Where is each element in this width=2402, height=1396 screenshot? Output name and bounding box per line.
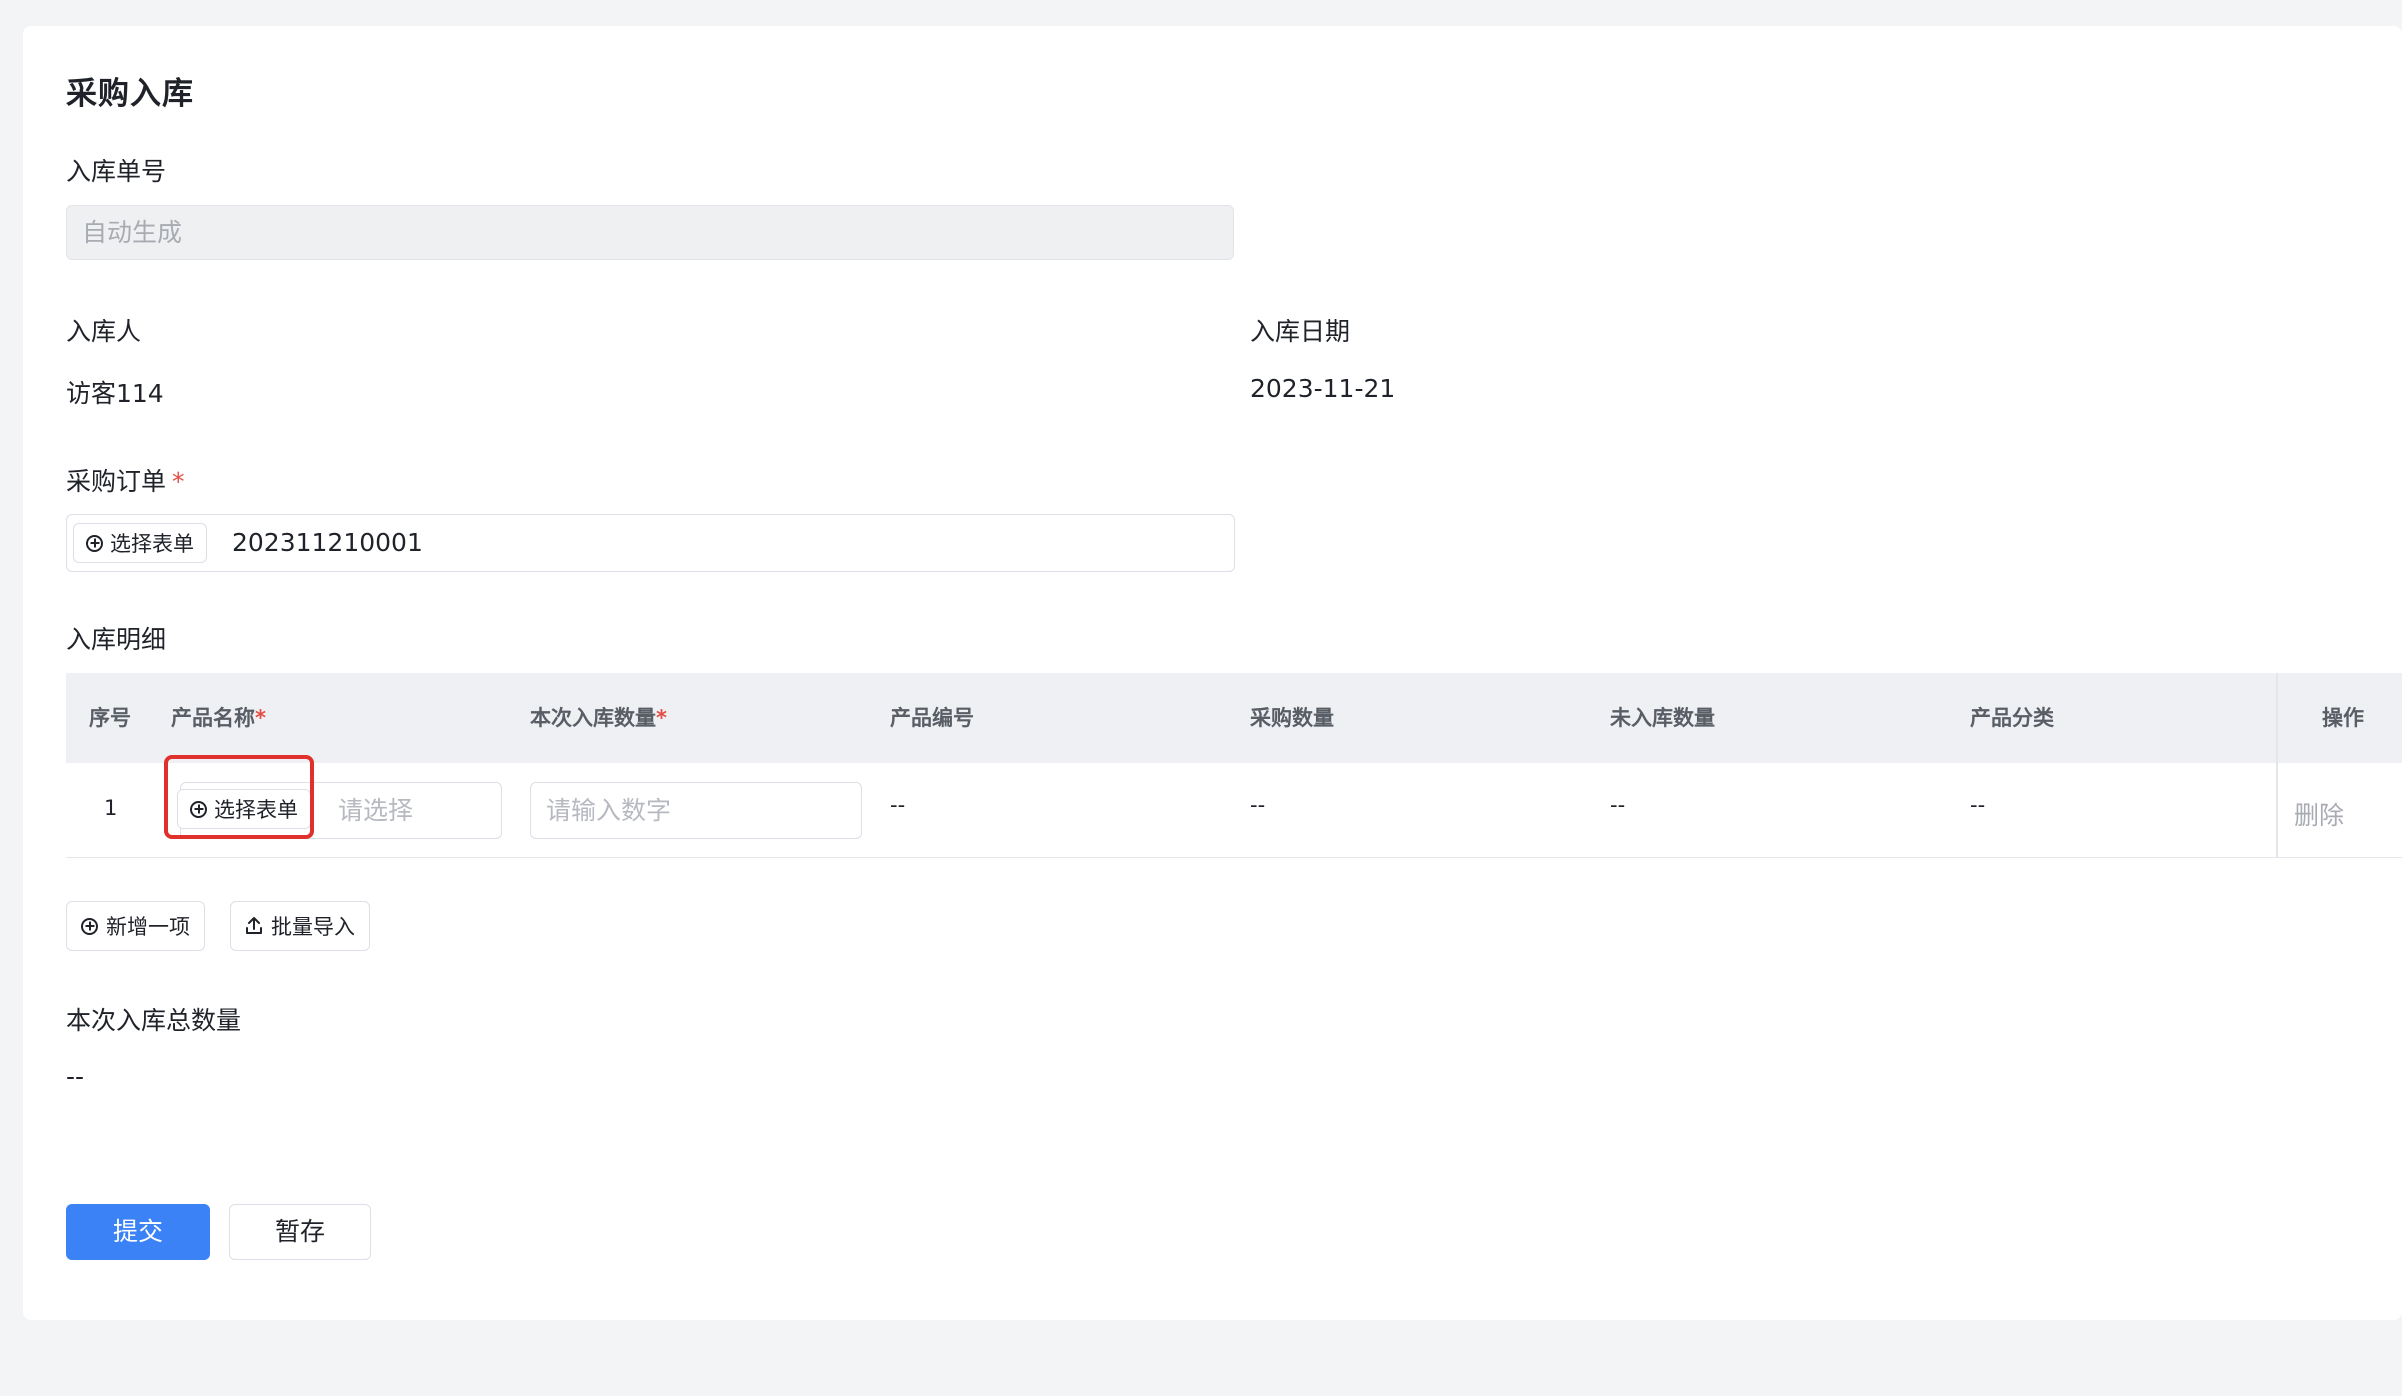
- product-code-cell: --: [890, 793, 906, 817]
- add-circle-icon: [86, 534, 103, 552]
- purchase-order-label: 采购订单 *: [66, 462, 185, 498]
- column-header-purchase-qty: 采购数量: [1250, 706, 1334, 730]
- add-item-label: 新增一项: [106, 915, 190, 939]
- batch-import-button[interactable]: 批量导入: [230, 901, 370, 951]
- save-draft-button[interactable]: 暂存: [229, 1204, 371, 1260]
- product-name-placeholder: 请选择: [338, 796, 414, 825]
- details-table-header: 序号 产品名称* 本次入库数量* 产品编号 采购数量 未入库数量 产品分类 操作: [66, 673, 2402, 763]
- column-header-actions: 操作: [2322, 706, 2364, 730]
- order-no-field: 自动生成: [66, 205, 1234, 260]
- total-label: 本次入库总数量: [66, 1006, 242, 1035]
- column-header-index: 序号: [89, 706, 131, 730]
- delete-row-button[interactable]: 删除: [2294, 796, 2344, 832]
- purchase-order-select-button[interactable]: 选择表单: [73, 523, 207, 563]
- order-no-label: 入库单号: [66, 157, 167, 186]
- upload-icon: [246, 917, 262, 934]
- column-header-pending-qty: 未入库数量: [1610, 706, 1715, 730]
- row-divider: [66, 857, 2402, 858]
- purchase-order-label-text: 采购订单: [66, 467, 167, 496]
- total-value: --: [66, 1062, 85, 1091]
- category-cell: --: [1970, 793, 1986, 817]
- highlight-box: [164, 755, 314, 839]
- column-header-product-name: 产品名称*: [171, 706, 266, 730]
- quantity-input[interactable]: 请输入数字: [530, 782, 862, 839]
- column-header-quantity: 本次入库数量*: [530, 706, 667, 730]
- select-button-label: 选择表单: [110, 532, 194, 556]
- date-label: 入库日期: [1250, 317, 1351, 346]
- date-value: 2023-11-21: [1250, 374, 1396, 403]
- required-mark: *: [172, 467, 185, 496]
- operator-value: 访客114: [66, 379, 164, 408]
- purchase-qty-cell: --: [1250, 793, 1266, 817]
- pending-qty-cell: --: [1610, 793, 1626, 817]
- row-index: 1: [104, 796, 118, 820]
- submit-button[interactable]: 提交: [66, 1204, 210, 1260]
- page-title: 采购入库: [66, 76, 194, 112]
- column-header-category: 产品分类: [1970, 706, 2054, 730]
- actions-column-divider: [2276, 673, 2278, 858]
- details-label: 入库明细: [66, 625, 167, 654]
- add-item-button[interactable]: 新增一项: [66, 901, 205, 951]
- operator-label: 入库人: [66, 317, 142, 346]
- purchase-order-value: 202311210001: [232, 528, 423, 557]
- purchase-order-field[interactable]: 选择表单 202311210001: [66, 514, 1235, 572]
- column-header-product-code: 产品编号: [890, 706, 974, 730]
- add-circle-icon: [81, 917, 98, 935]
- batch-import-label: 批量导入: [271, 915, 355, 939]
